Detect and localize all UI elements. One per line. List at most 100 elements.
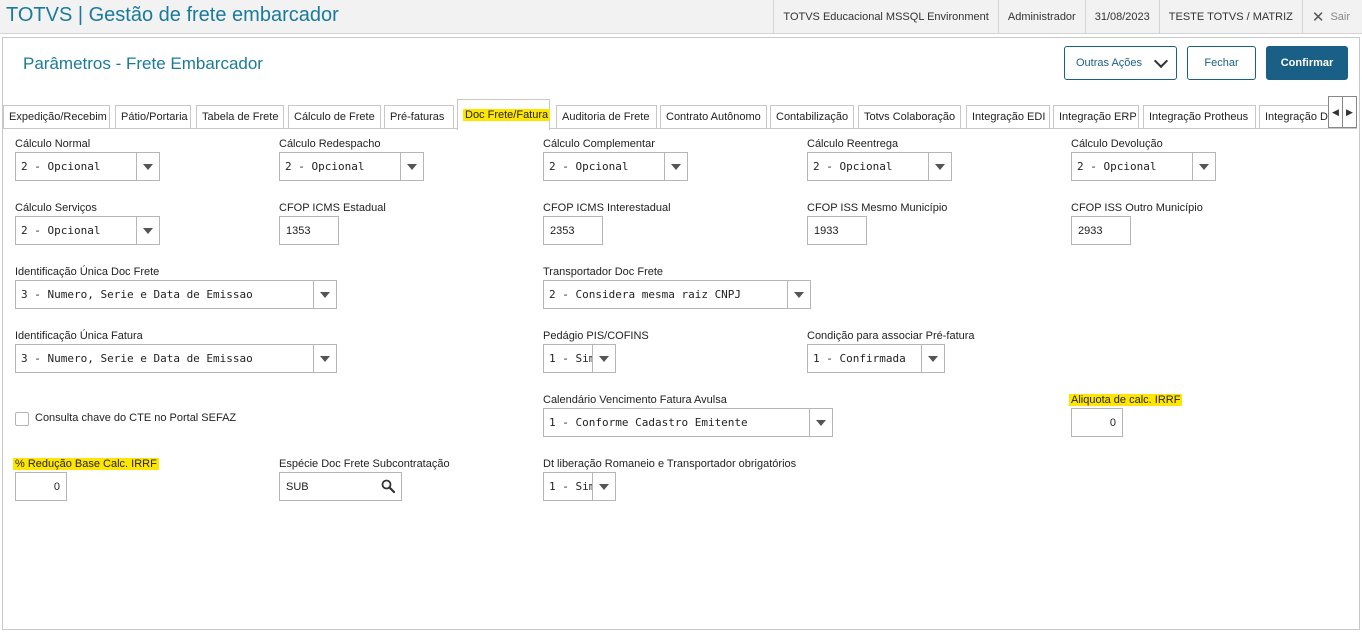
calendario-vencimento-value: 1 - Conforme Cadastro Emitente (549, 416, 748, 429)
tab-integracao-edi[interactable]: Integração EDI (966, 105, 1050, 128)
ident-fatura-select[interactable]: 3 - Numero, Serie e Data de Emissao (15, 344, 337, 373)
calculo-devolucao-label: Cálculo Devolução (1071, 138, 1163, 150)
other-actions-label: Outras Ações (1076, 57, 1143, 69)
app-header-info: TOTVS Educacional MSSQL Environment Admi… (773, 0, 1362, 33)
cfop-iss-mesmo-label: CFOP ISS Mesmo Município (807, 202, 948, 214)
company-label[interactable]: TESTE TOTVS / MATRIZ (1158, 0, 1302, 33)
tab-integracao-erp[interactable]: Integração ERP (1053, 105, 1139, 128)
chevron-down-icon[interactable] (592, 473, 615, 500)
other-actions-button[interactable]: Outras Ações (1064, 46, 1177, 80)
pedagio-pis-cofins-select[interactable]: 1 - Sim (543, 344, 616, 373)
consulta-chave-cte-label: Consulta chave do CTE no Portal SEFAZ (35, 412, 237, 424)
tab-scroll-buttons: ◀ ▶ (1328, 96, 1357, 128)
dt-liberacao-value: 1 - Sim (549, 480, 596, 493)
condicao-pre-fatura-value: 1 - Confirmada (813, 352, 906, 365)
tab-totvs-colaboracao[interactable]: Totvs Colaboração (858, 105, 961, 128)
chevron-down-icon[interactable] (928, 153, 951, 180)
calculo-complementar-label: Cálculo Complementar (543, 138, 655, 150)
ident-doc-frete-value: 3 - Numero, Serie e Data de Emissao (21, 288, 253, 301)
chevron-down-icon[interactable] (313, 345, 336, 372)
reducao-base-irrf-label: % Redução Base Calc. IRRF (13, 458, 159, 470)
ident-doc-frete-label: Identificação Única Doc Frete (15, 266, 160, 278)
transportador-doc-frete-select[interactable]: 2 - Considera mesma raiz CNPJ (543, 280, 811, 309)
calculo-normal-value: 2 - Opcional (21, 160, 101, 173)
tab-integracao-protheus[interactable]: Integração Protheus (1143, 105, 1256, 128)
pedagio-pis-cofins-label: Pedágio PIS/COFINS (543, 330, 649, 342)
close-button[interactable]: Fechar (1187, 46, 1256, 80)
tab-calculo-frete[interactable]: Cálculo de Frete (288, 105, 381, 128)
calculo-devolucao-select[interactable]: 2 - Opcional (1071, 152, 1216, 181)
consulta-chave-cte-checkbox[interactable] (15, 412, 29, 426)
aliquota-irrf-input[interactable]: 0 (1071, 408, 1123, 437)
cfop-icms-interestadual-label: CFOP ICMS Interestadual (543, 202, 671, 214)
chevron-down-icon[interactable] (136, 217, 159, 244)
confirm-button[interactable]: Confirmar (1266, 46, 1348, 80)
calculo-normal-select[interactable]: 2 - Opcional (15, 152, 160, 181)
calendario-vencimento-label: Calendário Vencimento Fatura Avulsa (543, 394, 727, 406)
calendario-vencimento-select[interactable]: 1 - Conforme Cadastro Emitente (543, 408, 833, 437)
chevron-down-icon (1153, 53, 1169, 69)
calculo-servicos-value: 2 - Opcional (21, 224, 101, 237)
cfop-icms-interestadual-input[interactable]: 2353 (543, 216, 603, 245)
user-label: Administrador (997, 0, 1085, 33)
chevron-down-icon[interactable] (1192, 153, 1215, 180)
search-icon[interactable] (381, 479, 395, 493)
chevron-down-icon[interactable] (809, 409, 832, 436)
dt-liberacao-select[interactable]: 1 - Sim (543, 472, 616, 501)
tab-expedicao[interactable]: Expedição/Recebim (3, 105, 110, 128)
pedagio-pis-cofins-value: 1 - Sim (549, 352, 596, 365)
chevron-down-icon[interactable] (136, 153, 159, 180)
aliquota-irrf-label: Aliquota de calc. IRRF (1069, 394, 1183, 406)
environment-label: TOTVS Educacional MSSQL Environment (773, 0, 997, 33)
exit-button[interactable]: ✕ Sair (1301, 0, 1362, 33)
tab-contrato-autonomo[interactable]: Contrato Autônomo (660, 105, 767, 128)
chevron-down-icon[interactable] (787, 281, 810, 308)
chevron-down-icon[interactable] (592, 345, 615, 372)
transportador-doc-frete-label: Transportador Doc Frete (543, 266, 664, 278)
tab-auditoria[interactable]: Auditoria de Frete (556, 105, 657, 128)
calculo-devolucao-value: 2 - Opcional (1077, 160, 1157, 173)
calculo-redespacho-select[interactable]: 2 - Opcional (279, 152, 424, 181)
reducao-base-irrf-input[interactable]: 0 (15, 472, 67, 501)
close-icon: ✕ (1311, 8, 1325, 26)
condicao-pre-fatura-select[interactable]: 1 - Confirmada (807, 344, 945, 373)
tab-contabilizacao[interactable]: Contabilização (770, 105, 854, 128)
app-header-bar: TOTVS | Gestão de frete embarcador TOTVS… (0, 0, 1362, 34)
especie-doc-sub-value: SUB (286, 480, 309, 493)
ident-fatura-value: 3 - Numero, Serie e Data de Emissao (21, 352, 253, 365)
tab-doc-frete-fatura[interactable]: Doc Frete/Fatura (457, 99, 551, 130)
ident-doc-frete-select[interactable]: 3 - Numero, Serie e Data de Emissao (15, 280, 337, 309)
calculo-reentrega-value: 2 - Opcional (813, 160, 893, 173)
app-title: TOTVS | Gestão de frete embarcador (6, 4, 339, 26)
transportador-doc-frete-value: 2 - Considera mesma raiz CNPJ (549, 288, 742, 301)
tab-scroll-left-icon[interactable]: ◀ (1329, 97, 1343, 127)
calculo-servicos-label: Cálculo Serviços (15, 202, 97, 214)
tab-scroll-right-icon[interactable]: ▶ (1343, 97, 1356, 127)
cfop-iss-outro-input[interactable]: 2933 (1071, 216, 1131, 245)
cfop-icms-estadual-label: CFOP ICMS Estadual (279, 202, 386, 214)
calculo-reentrega-select[interactable]: 2 - Opcional (807, 152, 952, 181)
calculo-normal-label: Cálculo Normal (15, 138, 91, 150)
cfop-iss-outro-label: CFOP ISS Outro Município (1071, 202, 1203, 214)
calculo-servicos-select[interactable]: 2 - Opcional (15, 216, 160, 245)
tab-divider (3, 128, 1357, 129)
chevron-down-icon[interactable] (400, 153, 423, 180)
tab-patio[interactable]: Pátio/Portaria (115, 105, 191, 128)
chevron-down-icon[interactable] (664, 153, 687, 180)
tab-integracao-datasul[interactable]: Integração Datasul (1259, 105, 1328, 128)
cfop-iss-mesmo-input[interactable]: 1933 (807, 216, 867, 245)
active-tab-label: Doc Frete/Fatura (463, 109, 551, 121)
chevron-down-icon[interactable] (313, 281, 336, 308)
chevron-down-icon[interactable] (921, 345, 944, 372)
calculo-complementar-select[interactable]: 2 - Opcional (543, 152, 688, 181)
calculo-redespacho-value: 2 - Opcional (285, 160, 365, 173)
calculo-complementar-value: 2 - Opcional (549, 160, 629, 173)
tab-tabela-frete[interactable]: Tabela de Frete (196, 105, 284, 128)
ident-fatura-label: Identificação Única Fatura (15, 330, 143, 342)
tab-pre-faturas[interactable]: Pré-faturas (384, 105, 454, 128)
page-title: Parâmetros - Frete Embarcador (23, 54, 263, 73)
especie-doc-sub-input[interactable]: SUB (279, 472, 402, 501)
condicao-pre-fatura-label: Condição para associar Pré-fatura (807, 330, 975, 342)
cfop-icms-estadual-input[interactable]: 1353 (279, 216, 339, 245)
calculo-reentrega-label: Cálculo Reentrega (807, 138, 899, 150)
